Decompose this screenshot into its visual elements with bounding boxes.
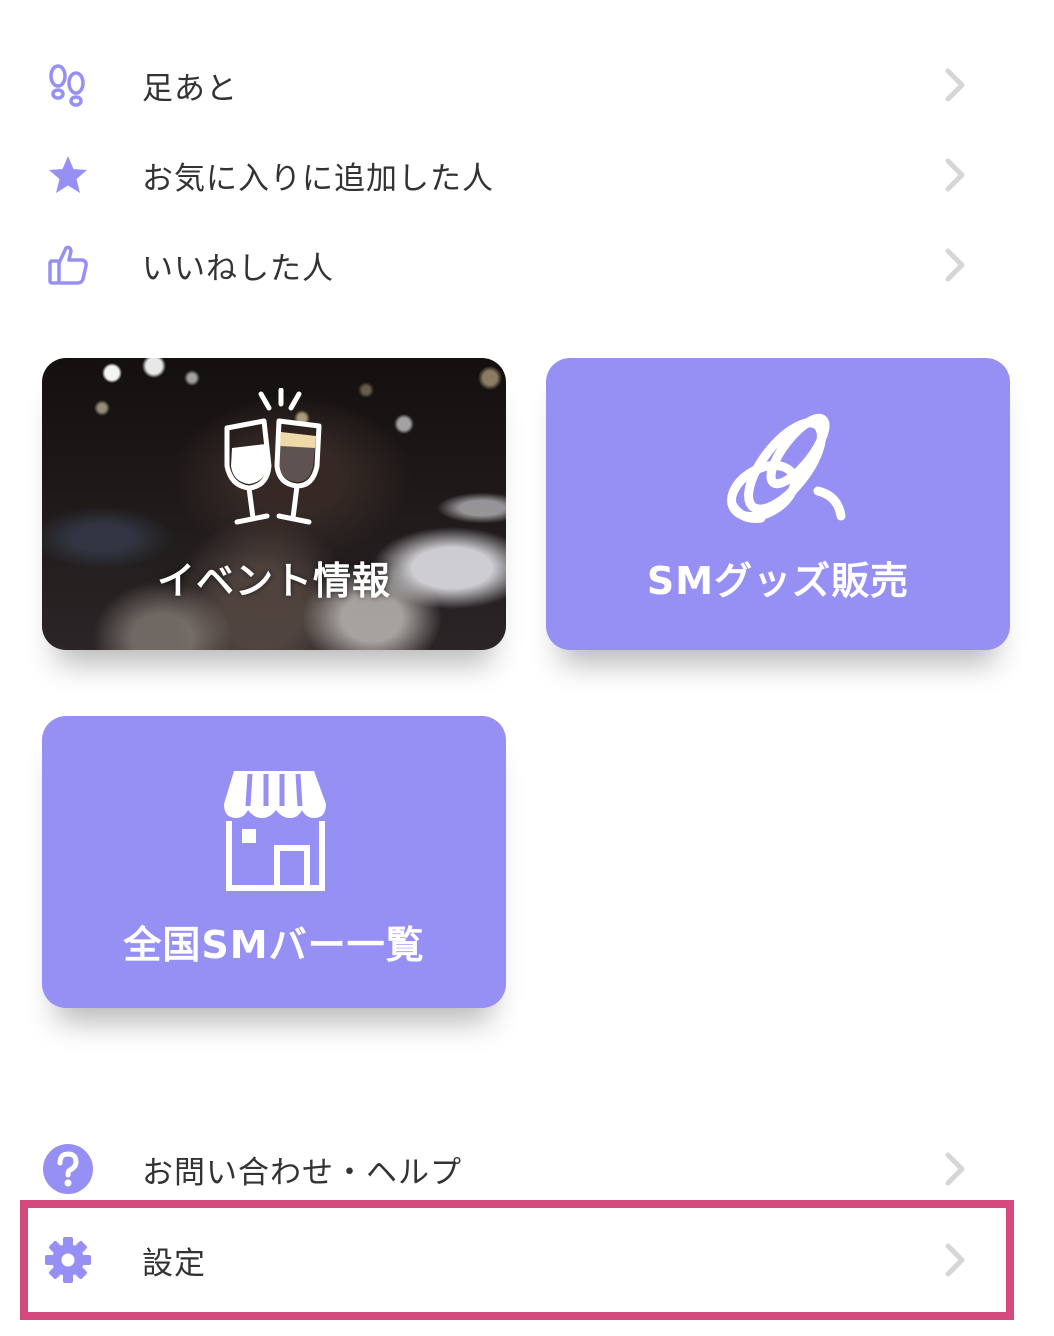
menu-item-liked[interactable]: いいねした人 — [0, 220, 1054, 310]
chevron-right-icon — [938, 65, 972, 105]
menu-item-footprints[interactable]: 足あと — [0, 40, 1054, 130]
tile-label: 全国SMバー一覧 — [123, 923, 425, 967]
footprints-icon — [40, 57, 96, 113]
toast-glasses-icon — [42, 388, 506, 538]
star-icon — [40, 147, 96, 203]
thumbs-up-icon — [40, 237, 96, 293]
chevron-right-icon — [938, 155, 972, 195]
help-icon — [40, 1141, 96, 1197]
menu-item-label: お気に入りに追加した人 — [142, 160, 494, 197]
menu-item-label: お問い合わせ・ヘルプ — [142, 1154, 462, 1191]
menu-item-label: いいねした人 — [142, 250, 334, 287]
menu-item-favorites[interactable]: お気に入りに追加した人 — [0, 130, 1054, 220]
tile-label: SMグッズ販売 — [646, 559, 910, 603]
tile-label: イベント情報 — [156, 559, 391, 603]
menu-item-label: 足あと — [142, 70, 238, 107]
tile-sm-goods[interactable]: SMグッズ販売 — [546, 358, 1010, 650]
tile-sm-bar-list[interactable]: 全国SMバー一覧 — [42, 716, 506, 1008]
rope-icon — [546, 396, 1010, 536]
chevron-right-icon — [938, 1149, 972, 1189]
settings-highlight-box — [20, 1200, 1014, 1320]
tile-event-info[interactable]: イベント情報 — [42, 358, 506, 650]
chevron-right-icon — [938, 245, 972, 285]
shop-icon — [42, 766, 506, 896]
